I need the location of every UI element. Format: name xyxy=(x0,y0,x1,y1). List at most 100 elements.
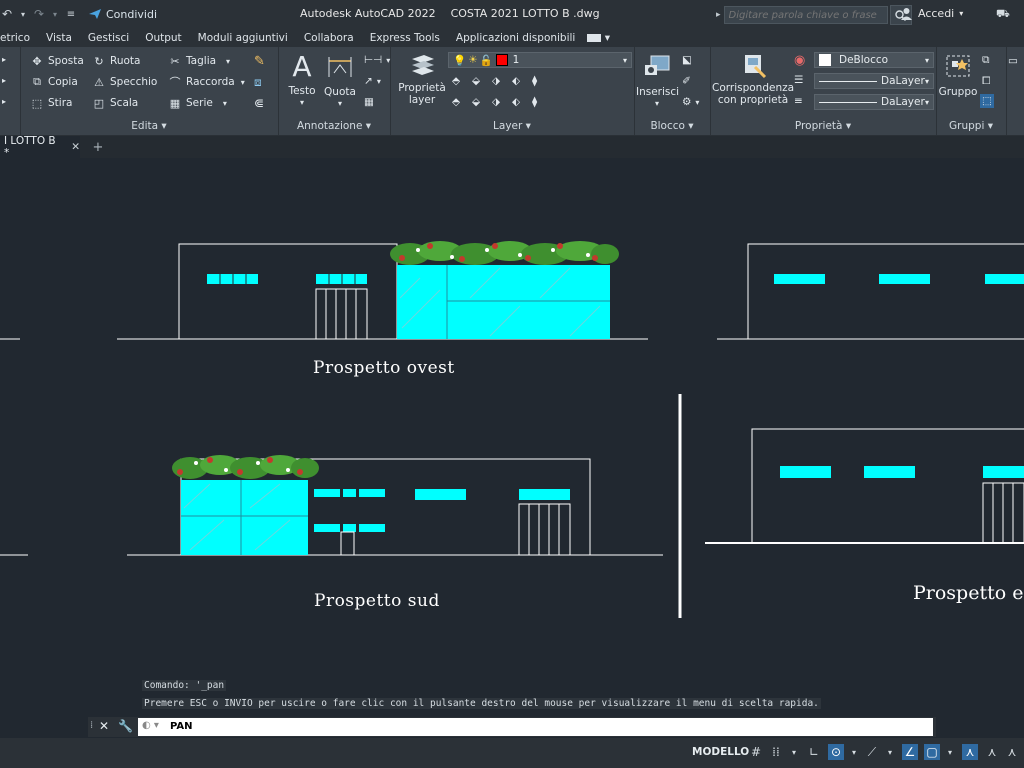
annotation-autoscale-icon[interactable]: ⋏ xyxy=(984,744,1000,760)
offset-icon[interactable]: ⋐ xyxy=(254,96,264,110)
testo-dropdown-icon[interactable]: ▾ xyxy=(284,97,320,109)
command-input[interactable] xyxy=(198,718,932,738)
isodraft-icon[interactable]: ⟋ xyxy=(864,744,880,760)
scala-button[interactable]: ◰ Scala xyxy=(92,96,138,110)
layer-panel-title[interactable]: Layer ▾ xyxy=(390,120,634,132)
ruota-button[interactable]: ↻ Ruota xyxy=(92,54,140,68)
sposta-button[interactable]: ✥ Sposta xyxy=(30,54,83,68)
lineweight-dropdown[interactable]: DaLayer ▾ xyxy=(814,94,934,110)
redo-icon[interactable]: ↷ xyxy=(32,7,46,21)
tab-document-active[interactable]: I LOTTO B * ✕ xyxy=(0,135,80,159)
layer-tool-4-icon[interactable]: ⬖ xyxy=(512,75,520,87)
isodraft-dropdown-icon[interactable]: ▾ xyxy=(882,744,898,760)
close-tab-icon[interactable]: ✕ xyxy=(71,141,80,153)
stira-button[interactable]: ⬚ Stira xyxy=(30,96,73,110)
inserisci-button[interactable]: Inserisci ▾ xyxy=(636,53,679,110)
erase-icon[interactable]: ✎ xyxy=(254,54,265,69)
copia-button[interactable]: ⧉ Copia xyxy=(30,75,78,89)
serie-button[interactable]: ▦ Serie ▾ xyxy=(168,96,227,110)
customize-quick-access-icon[interactable]: ≡ xyxy=(64,7,78,21)
linetype-dropdown[interactable]: DaLayer ▾ xyxy=(814,73,934,89)
search-input[interactable] xyxy=(723,6,888,24)
specchio-button[interactable]: ⚠ Specchio xyxy=(92,75,157,89)
tab-express-tools[interactable]: Express Tools xyxy=(362,32,448,44)
redo-dropdown-icon[interactable]: ▾ xyxy=(52,7,58,21)
inserisci-dropdown-icon[interactable]: ▾ xyxy=(636,98,678,110)
ungroup-icon[interactable]: ⧉ xyxy=(982,54,990,67)
snap-icon[interactable]: ⁞⁞ xyxy=(768,744,784,760)
polar-dropdown-icon[interactable]: ▾ xyxy=(846,744,862,760)
ortho-icon[interactable]: ∟ xyxy=(806,744,822,760)
proprieta-panel-title[interactable]: Proprietà ▾ xyxy=(710,120,936,132)
object-snap-icon[interactable]: ▢ xyxy=(924,744,940,760)
proprieta-layer-button[interactable]: Proprietà layer xyxy=(396,53,448,106)
layer-tool-8-icon[interactable]: ⬗ xyxy=(492,96,500,108)
tab-vista[interactable]: Vista xyxy=(38,32,80,44)
annotation-scale-icon[interactable]: ⋏ xyxy=(1004,744,1020,760)
gruppo-button[interactable]: Gruppo xyxy=(938,53,978,98)
measure-icon[interactable]: ▭ xyxy=(1008,55,1018,67)
tab-applicazioni-disponibili[interactable]: Applicazioni disponibili xyxy=(448,32,583,44)
raccorda-dropdown-icon[interactable]: ▾ xyxy=(241,78,245,87)
color-dropdown[interactable]: DeBlocco ▾ xyxy=(814,52,934,68)
command-close-icon[interactable]: ✕ xyxy=(99,719,109,733)
linear-dim-icon[interactable]: ⊢⊣ ▾ xyxy=(364,54,390,66)
linetype-icon[interactable]: ☰ xyxy=(794,74,803,86)
block-attribute-icon[interactable]: ⚙ ▾ xyxy=(682,96,699,108)
draw-dropdown-2[interactable]: ▸ xyxy=(2,76,6,85)
draw-dropdown-1[interactable]: ▸ xyxy=(2,55,6,64)
cart-icon[interactable]: ⛟ xyxy=(996,7,1010,22)
command-recent-icon[interactable]: ◐ ▾ xyxy=(142,720,159,731)
tab-gestisci[interactable]: Gestisci xyxy=(80,32,137,44)
quota-button[interactable]: Quota ▾ xyxy=(322,53,358,110)
taglia-button[interactable]: ✂ Taglia ▾ xyxy=(168,54,230,68)
layer-dropdown[interactable]: 💡 ☀ 🔓 1 ▾ xyxy=(448,52,632,68)
leader-icon[interactable]: ↗ ▾ xyxy=(364,75,381,87)
object-snap-dropdown-icon[interactable]: ▾ xyxy=(942,744,958,760)
polar-tracking-icon[interactable]: ⊙ xyxy=(828,744,844,760)
tab-parametrico[interactable]: etrico xyxy=(0,32,38,44)
group-select-icon[interactable]: ⬚ xyxy=(980,94,994,108)
layer-tool-5-icon[interactable]: ⧫ xyxy=(532,75,537,87)
layer-tool-10-icon[interactable]: ⧫ xyxy=(532,96,537,108)
share-button[interactable]: Condividi xyxy=(88,8,157,21)
raccorda-button[interactable]: ⌒ Raccorda ▾ xyxy=(168,75,245,89)
layer-tool-9-icon[interactable]: ⬖ xyxy=(512,96,520,108)
create-block-icon[interactable]: ⬕ xyxy=(682,54,692,66)
quota-dropdown-icon[interactable]: ▾ xyxy=(322,98,358,110)
layer-tool-1-icon[interactable]: ⬘ xyxy=(452,75,460,87)
tab-output[interactable]: Output xyxy=(137,32,189,44)
snap-dropdown-icon[interactable]: ▾ xyxy=(786,744,802,760)
annotation-visibility-icon[interactable]: ⋏ xyxy=(962,744,978,760)
layer-tool-3-icon[interactable]: ⬗ xyxy=(492,75,500,87)
search-expand-icon[interactable]: ▸ xyxy=(716,10,721,20)
login-dropdown-icon[interactable]: ▾ xyxy=(959,9,963,18)
layer-tool-7-icon[interactable]: ⬙ xyxy=(472,96,480,108)
color-wheel-icon[interactable]: ◉ xyxy=(794,53,805,68)
corrispondenza-button[interactable]: Corrispondenza con proprietà xyxy=(712,53,794,106)
undo-dropdown-icon[interactable]: ▾ xyxy=(20,7,26,21)
lineweight-icon[interactable]: ≡ xyxy=(794,95,803,107)
tab-collabora[interactable]: Collabora xyxy=(296,32,362,44)
explode-icon[interactable]: ⧈ xyxy=(254,75,262,90)
taglia-dropdown-icon[interactable]: ▾ xyxy=(226,57,230,66)
group-edit-icon[interactable]: ⧠ xyxy=(982,75,990,88)
object-snap-tracking-icon[interactable]: ∠ xyxy=(902,744,918,760)
login-button[interactable]: Accedi ▾ xyxy=(900,7,963,20)
model-space-button[interactable]: MODELLO xyxy=(688,743,753,761)
gruppi-panel-title[interactable]: Gruppi ▾ xyxy=(936,120,1006,132)
grid-icon[interactable]: # xyxy=(748,744,764,760)
testo-button[interactable]: A Testo ▾ xyxy=(284,53,320,109)
table-icon[interactable]: ▦ xyxy=(364,96,374,108)
drawing-canvas[interactable]: Prospetto ovest Prospetto sud Prospetto … xyxy=(0,158,1024,714)
draw-dropdown-3[interactable]: ▸ xyxy=(2,97,6,106)
command-customize-icon[interactable]: 🔧 xyxy=(118,719,133,733)
serie-dropdown-icon[interactable]: ▾ xyxy=(223,99,227,108)
ribbon-minimize-button[interactable]: ▾ xyxy=(583,32,614,44)
edita-panel-title[interactable]: Edita ▾ xyxy=(20,120,278,132)
annotazione-panel-title[interactable]: Annotazione ▾ xyxy=(278,120,390,132)
edit-block-icon[interactable]: ✐ xyxy=(682,75,691,87)
layer-tool-6-icon[interactable]: ⬘ xyxy=(452,96,460,108)
command-grip-icon[interactable]: ⁞ xyxy=(90,720,93,731)
blocco-panel-title[interactable]: Blocco ▾ xyxy=(634,120,710,132)
